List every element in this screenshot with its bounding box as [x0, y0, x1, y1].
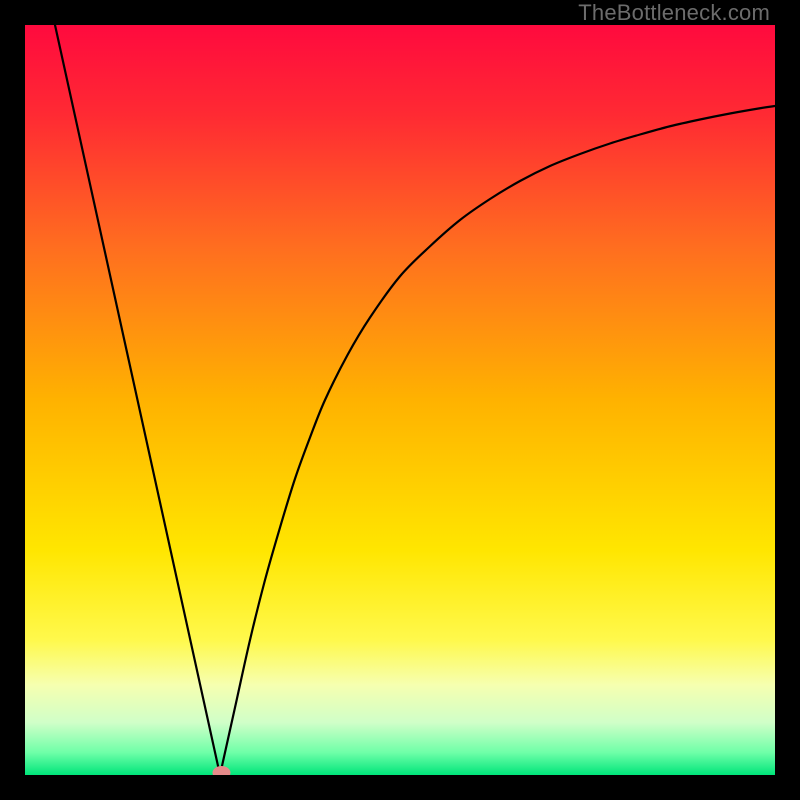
watermark-text: TheBottleneck.com: [578, 0, 770, 26]
chart-frame: [25, 25, 775, 775]
chart-svg: [25, 25, 775, 775]
